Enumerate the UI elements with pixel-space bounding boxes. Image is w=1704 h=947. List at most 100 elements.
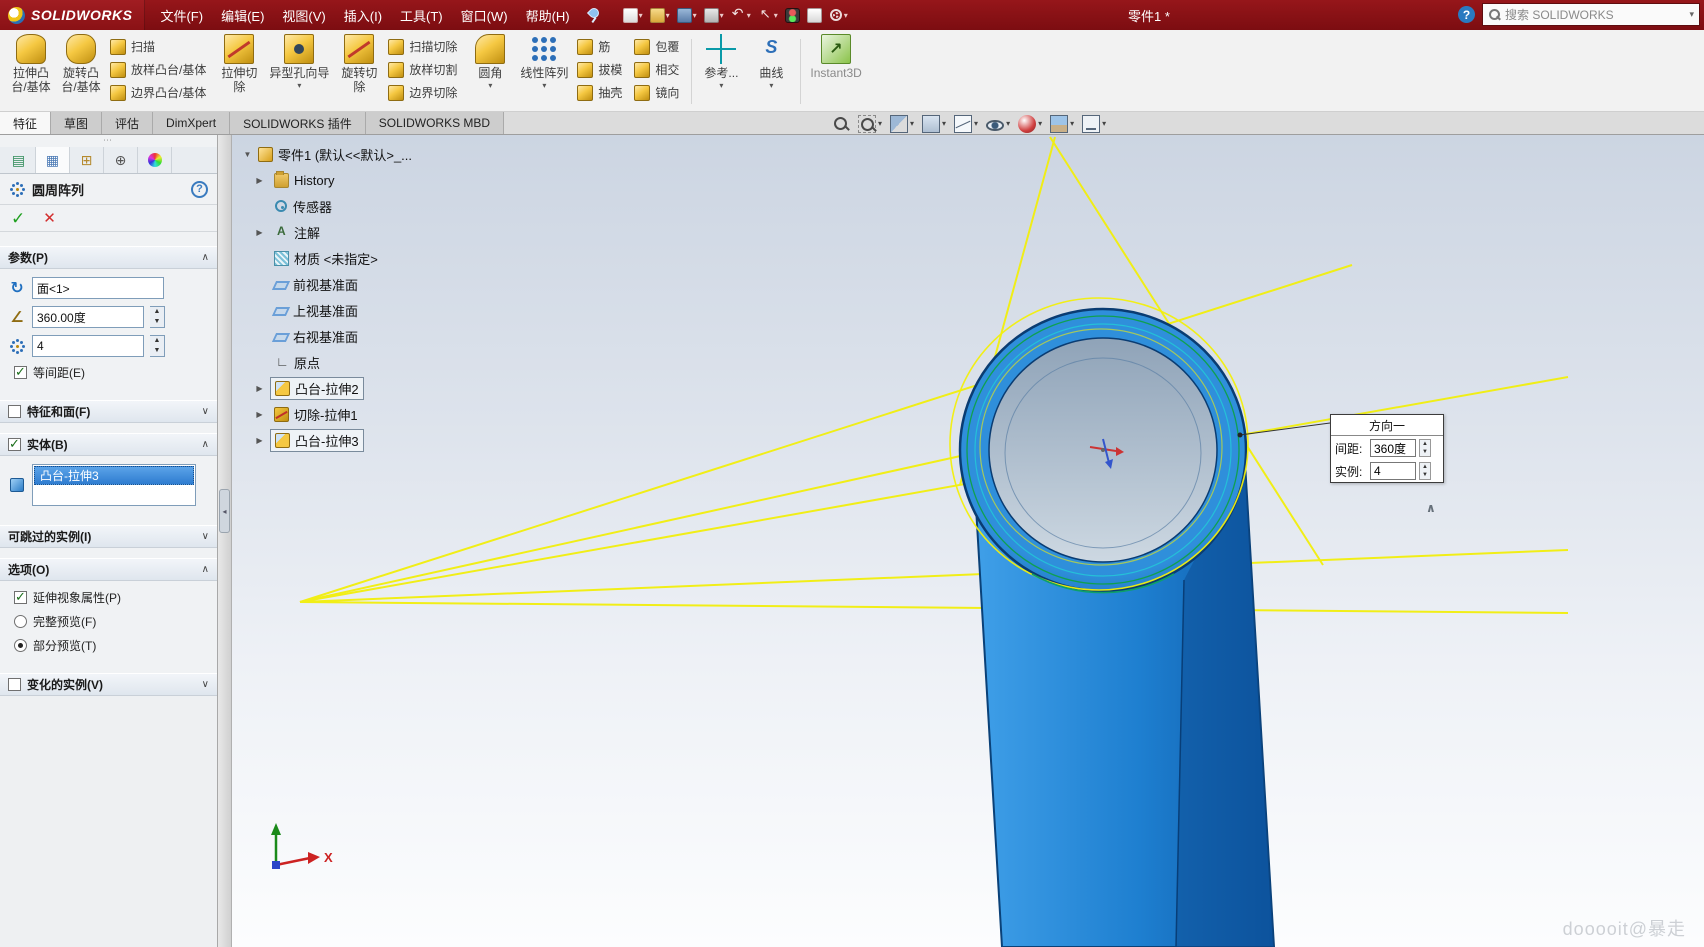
graphics-viewport[interactable]: X ▼ 零件1 (默认<<默认>_... ▶History传感器▶注解材质 <未…	[232, 135, 1704, 947]
file-properties-button[interactable]	[805, 7, 824, 24]
tab-evaluate[interactable]: 评估	[102, 112, 153, 134]
dropdown-caret-icon[interactable]: ▾	[1102, 119, 1106, 128]
options-button[interactable]: ▾	[827, 7, 850, 23]
reference-geometry-button[interactable]: 参考...▾	[696, 33, 746, 110]
section-header-options[interactable]: 选项(O) ∧	[0, 558, 217, 581]
menu-insert[interactable]: 插入(I)	[335, 0, 391, 30]
lofted-boss-base-button[interactable]: 放样凸台/基体	[110, 60, 206, 79]
extruded-boss-base-button[interactable]: 拉伸凸台/基体	[6, 33, 56, 110]
panel-splitter[interactable]	[218, 135, 232, 947]
new-document-button[interactable]: ▾	[621, 7, 645, 24]
dropdown-caret-icon[interactable]: ▾	[488, 81, 492, 90]
revolved-cut-button[interactable]: 旋转切除	[334, 33, 384, 110]
boundary-cut-button[interactable]: 边界切除	[388, 83, 457, 102]
callout-value-input[interactable]	[1370, 439, 1416, 457]
section-header-varied-instances[interactable]: 变化的实例(V) ∨	[0, 673, 217, 696]
menu-window[interactable]: 窗口(W)	[452, 0, 517, 30]
callout-value-input[interactable]	[1370, 462, 1416, 480]
option-radio[interactable]	[14, 615, 27, 628]
cancel-button[interactable]: ✕	[43, 211, 56, 226]
mirror-button[interactable]: 镜向	[634, 83, 679, 102]
displaymanager-tab-tab[interactable]	[138, 147, 172, 173]
zoom-fit-button[interactable]	[832, 115, 850, 133]
chevron-down-icon[interactable]: ∨	[202, 406, 209, 417]
propertymanager-tab-tab[interactable]: ▦	[36, 147, 70, 173]
section-header-skip-instances[interactable]: 可跳过的实例(I) ∨	[0, 525, 217, 548]
angle-spinner[interactable]: ▲▼	[150, 306, 165, 328]
tab-features[interactable]: 特征	[0, 112, 51, 134]
varied-instances-checkbox[interactable]	[8, 678, 21, 691]
tab-mbd[interactable]: SOLIDWORKS MBD	[366, 112, 504, 134]
dropdown-caret-icon[interactable]: ▾	[974, 119, 978, 128]
callout-spinner[interactable]: ▲▼	[1419, 439, 1431, 457]
tree-item[interactable]: ▶凸台-拉伸3	[242, 427, 412, 453]
chevron-up-icon[interactable]: ∧	[202, 564, 209, 575]
help-button[interactable]: ?	[191, 181, 208, 198]
configurationmanager-tab-tab[interactable]: ⊞	[70, 147, 104, 173]
hide-show-items-button[interactable]: ▾	[986, 117, 1010, 131]
tree-item[interactable]: 原点	[242, 349, 412, 375]
ok-button[interactable]: ✓	[11, 210, 25, 227]
dropdown-caret-icon[interactable]: ▾	[719, 81, 723, 90]
shell-button[interactable]: 抽壳	[577, 83, 622, 102]
selected-body-item[interactable]: 凸台-拉伸3	[34, 466, 194, 485]
instance-count-input[interactable]	[32, 335, 144, 357]
tree-item[interactable]: 传感器	[242, 193, 412, 219]
zoom-area-button[interactable]: ▾	[858, 115, 882, 133]
bodies-checkbox[interactable]	[8, 438, 21, 451]
lofted-cut-button[interactable]: 放样切割	[388, 60, 457, 79]
section-header-parameters[interactable]: 参数(P) ∧	[0, 246, 217, 269]
dropdown-caret-icon[interactable]: ▾	[1006, 119, 1010, 128]
option-radio[interactable]	[14, 639, 27, 652]
angle-input[interactable]	[32, 306, 144, 328]
chevron-down-icon[interactable]: ∨	[202, 679, 209, 690]
chevron-down-icon[interactable]: ∨	[202, 531, 209, 542]
section-view-button[interactable]: ▾	[890, 115, 914, 133]
bodies-selection-list[interactable]: 凸台-拉伸3	[32, 464, 196, 506]
menu-view[interactable]: 视图(V)	[273, 0, 334, 30]
swept-boss-base-button[interactable]: 扫描	[110, 37, 206, 56]
dropdown-caret-icon[interactable]: ▾	[910, 119, 914, 128]
dropdown-caret-icon[interactable]: ▾	[942, 119, 946, 128]
tab-sketch[interactable]: 草图	[51, 112, 102, 134]
chevron-up-icon[interactable]: ∧	[202, 439, 209, 450]
featuremanager-tab-tab[interactable]: ▤	[2, 147, 36, 173]
callout-spinner[interactable]: ▲▼	[1419, 462, 1431, 480]
display-style-button[interactable]: ▾	[954, 115, 978, 133]
section-header-features-faces[interactable]: 特征和面(F) ∨	[0, 400, 217, 423]
expand-arrow-icon[interactable]: ▶	[254, 436, 265, 445]
collapse-arrow-icon[interactable]: ▼	[242, 150, 253, 159]
dimxpertmanager-tab-tab[interactable]: ⊕	[104, 147, 138, 173]
tree-item[interactable]: 前视基准面	[242, 271, 412, 297]
menu-tools[interactable]: 工具(T)	[391, 0, 452, 30]
edit-appearance-button[interactable]: ▾	[1018, 115, 1042, 133]
tree-root-item[interactable]: ▼ 零件1 (默认<<默认>_...	[242, 141, 412, 167]
tree-item[interactable]: ▶History	[242, 167, 412, 193]
rib-button[interactable]: 筋	[577, 37, 622, 56]
undo-button[interactable]: ▾	[729, 7, 753, 24]
expand-arrow-icon[interactable]: ▶	[254, 228, 265, 237]
swept-cut-button[interactable]: 扫描切除	[388, 37, 457, 56]
features-faces-checkbox[interactable]	[8, 405, 21, 418]
help-icon[interactable]: ?	[1458, 6, 1475, 23]
tab-dimxpert[interactable]: DimXpert	[153, 112, 230, 134]
panel-splitter-dots[interactable]: ⋯	[0, 135, 217, 147]
dropdown-caret-icon[interactable]: ▾	[1070, 119, 1074, 128]
part-body[interactable]	[960, 309, 1274, 947]
expand-arrow-icon[interactable]: ▶	[254, 410, 265, 419]
tree-item[interactable]: 右视基准面	[242, 323, 412, 349]
linear-pattern-button[interactable]: 线性阵列▾	[515, 33, 573, 110]
view-settings-button[interactable]: ▾	[1082, 115, 1106, 133]
intersect-button[interactable]: 相交	[634, 60, 679, 79]
revolved-boss-base-button[interactable]: 旋转凸台/基体	[56, 33, 106, 110]
view-orientation-button[interactable]: ▾	[922, 115, 946, 133]
tree-item[interactable]: 材质 <未指定>	[242, 245, 412, 271]
select-button[interactable]: ▾	[756, 7, 780, 24]
panel-collapse-handle[interactable]	[219, 489, 230, 533]
dropdown-caret-icon[interactable]: ▾	[769, 81, 773, 90]
dropdown-caret-icon[interactable]: ▾	[297, 81, 301, 90]
dropdown-caret-icon[interactable]: ▾	[542, 81, 546, 90]
callout-collapse-icon[interactable]: ∧	[1426, 501, 1436, 515]
option-checkbox[interactable]	[14, 591, 27, 604]
search-input[interactable]	[1505, 8, 1689, 22]
